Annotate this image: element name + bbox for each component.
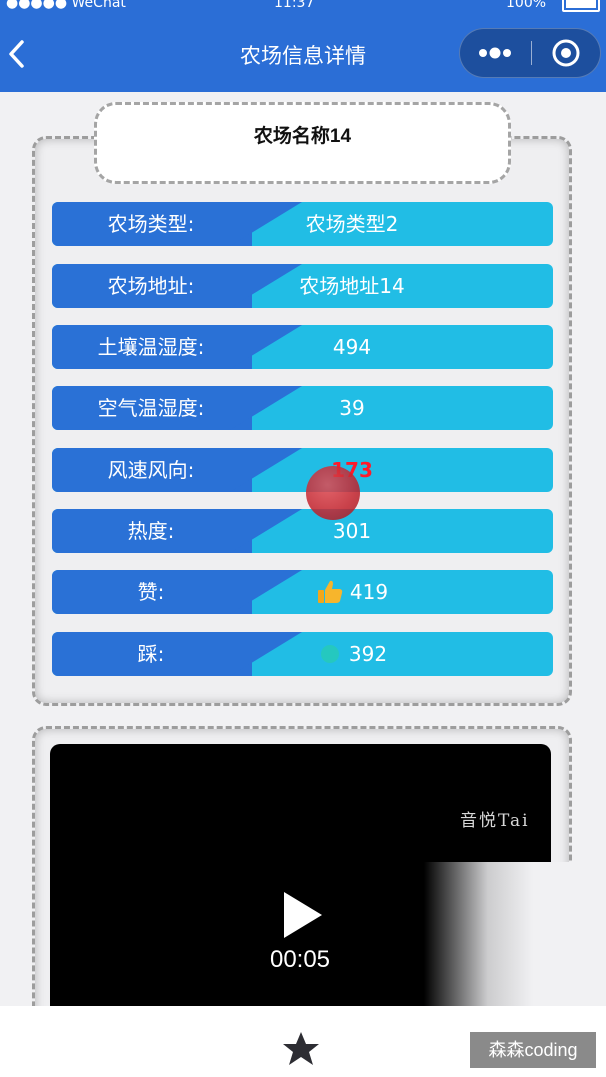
- more-button[interactable]: [460, 29, 530, 77]
- video-watermark: 音悦Tai: [460, 811, 530, 831]
- dislike-value-group: 392: [202, 632, 502, 676]
- like-count: 419: [349, 580, 389, 604]
- brand-watermark: 森森coding: [470, 1032, 596, 1068]
- video-time: 00:05: [269, 946, 331, 973]
- dislike-count: 392: [348, 642, 388, 666]
- farm-name: 农场名称14: [253, 126, 352, 147]
- status-bar: ●●●●● WeChat 11:37 100%: [0, 0, 606, 14]
- info-row-air-humidity: 空气温湿度: 39: [52, 386, 553, 430]
- info-row-farm-type: 农场类型: 农场类型2: [52, 202, 553, 246]
- info-row-dislike[interactable]: 踩: 392: [52, 632, 553, 676]
- thumb-down-icon[interactable]: [317, 641, 343, 667]
- info-row-wind: 风速风向: 173: [52, 448, 553, 492]
- like-value-group: 419: [202, 570, 502, 614]
- info-row-heat: 热度: 301: [52, 509, 553, 553]
- thumb-up-icon[interactable]: [316, 578, 344, 606]
- nav-bar: 农场信息详情: [0, 14, 606, 92]
- more-dots-icon: [479, 47, 511, 59]
- favorite-button[interactable]: [282, 1030, 320, 1068]
- clock-text: 11:37: [274, 0, 315, 11]
- info-value: 494: [332, 335, 372, 359]
- info-row-soil-humidity: 土壤温湿度: 494: [52, 325, 553, 369]
- play-button[interactable]: [280, 890, 324, 940]
- tap-indicator: [306, 466, 360, 520]
- farm-name-box: 农场名称14: [94, 102, 511, 184]
- info-row-like[interactable]: 赞: 419: [52, 570, 553, 614]
- screen-fade-overlay: [424, 862, 606, 1022]
- info-row-farm-address: 农场地址: 农场地址14: [52, 264, 553, 308]
- info-value: 39: [339, 396, 365, 420]
- close-miniprogram-button[interactable]: [532, 29, 600, 77]
- battery-icon: [562, 0, 600, 12]
- carrier-text: ●●●●● WeChat: [6, 0, 126, 11]
- info-value: 农场地址14: [299, 274, 405, 298]
- info-value: 农场类型2: [305, 212, 399, 236]
- battery-text: 100%: [506, 0, 547, 11]
- capsule-menu: [459, 28, 601, 78]
- play-icon: [284, 892, 322, 938]
- info-value: 301: [332, 519, 372, 543]
- star-icon: [283, 1032, 319, 1065]
- target-circle-icon: [552, 39, 580, 67]
